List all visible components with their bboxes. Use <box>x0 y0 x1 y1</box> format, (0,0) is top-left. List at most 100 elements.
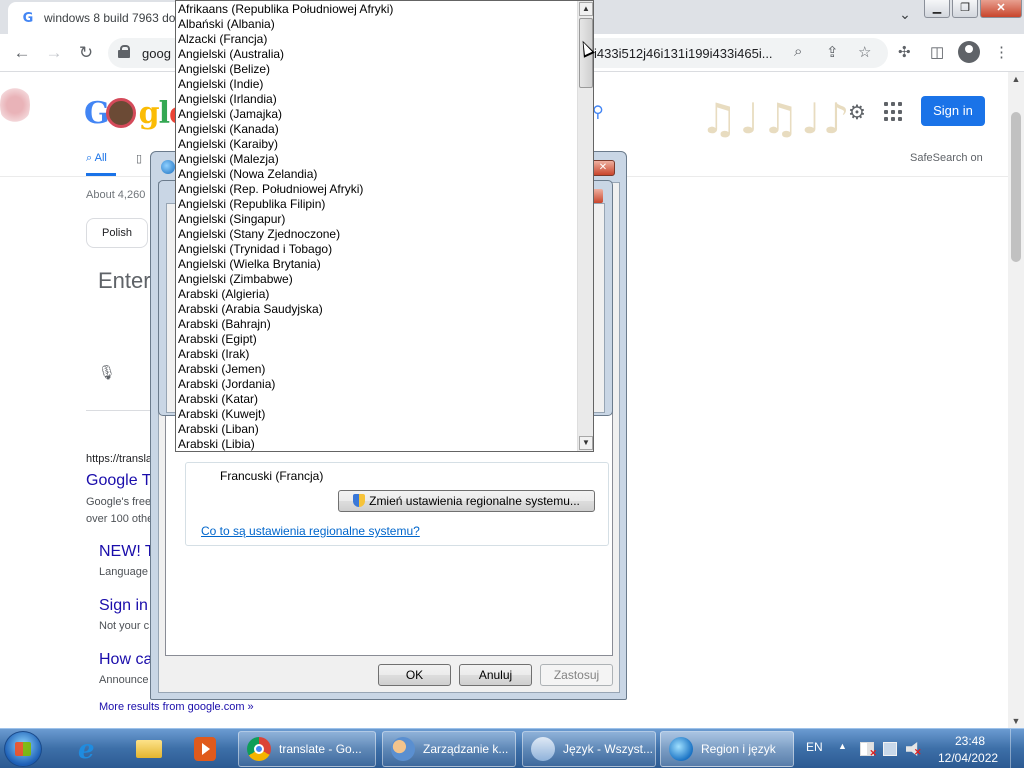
language-option[interactable]: Angielski (Zimbabwe) <box>178 272 578 287</box>
taskbar-item-region[interactable]: Region i język <box>660 731 794 767</box>
show-hidden-icons-icon[interactable]: ▲ <box>838 741 847 751</box>
action-center-flag-icon[interactable] <box>860 742 877 759</box>
sign-in-button[interactable]: Sign in <box>921 96 985 126</box>
language-option[interactable]: Afrikaans (Republika Południowej Afryki) <box>178 2 578 17</box>
language-option[interactable]: Arabski (Jordania) <box>178 377 578 392</box>
cancel-button[interactable]: Anuluj <box>459 664 532 686</box>
change-system-locale-label: Zmień ustawienia regionalne systemu... <box>369 494 580 508</box>
dropdown-scrollbar[interactable]: ▲ ▼ <box>577 1 593 451</box>
start-button[interactable] <box>4 731 42 767</box>
extensions-puzzle-icon[interactable]: ✣ <box>898 43 911 61</box>
language-option[interactable]: Arabski (Katar) <box>178 392 578 407</box>
language-option[interactable]: Angielski (Republika Filipin) <box>178 197 578 212</box>
input-language-indicator[interactable]: EN <box>806 740 823 754</box>
gear-icon[interactable]: ⚙ <box>848 100 866 125</box>
safesearch-status[interactable]: SafeSearch on <box>910 152 983 164</box>
language-options: Afrikaans (Republika Południowej Afryki)… <box>178 2 578 452</box>
clock-time[interactable]: 23:48 <box>955 734 985 748</box>
tab-search-chevron-down-icon[interactable]: ⌄ <box>893 6 917 26</box>
bookmark-star-icon[interactable]: ☆ <box>858 43 871 61</box>
language-option[interactable]: Arabski (Libia) <box>178 437 578 452</box>
restore-button[interactable]: ❐ <box>952 0 978 18</box>
current-system-locale: Francuski (Francja) <box>220 469 324 483</box>
language-option[interactable]: Angielski (Stany Zjednoczone) <box>178 227 578 242</box>
taskbar-item-user-management[interactable]: Zarządzanie k... <box>382 731 516 767</box>
apply-button[interactable]: Zastosuj <box>540 664 613 686</box>
language-option[interactable]: Angielski (Nowa Zelandia) <box>178 167 578 182</box>
language-option[interactable]: Angielski (Australia) <box>178 47 578 62</box>
back-arrow-icon[interactable]: ← <box>10 41 34 65</box>
music-notes-decoration: ♫♩♫♩♪ <box>700 94 852 143</box>
tab-all[interactable]: ⌕ All <box>86 152 107 165</box>
language-option[interactable]: Albański (Albania) <box>178 17 578 32</box>
menu-kebab-icon[interactable]: ⋮ <box>994 43 1009 61</box>
volume-muted-icon: ✕ <box>914 747 922 757</box>
search-small-icon: ⌕ <box>86 152 95 164</box>
microphone-icon[interactable]: 🎙 <box>98 364 116 381</box>
browser-tab-title: windows 8 build 7963 do <box>44 11 176 25</box>
clock-date[interactable]: 12/04/2022 <box>938 751 998 765</box>
language-option[interactable]: Angielski (Jamajka) <box>178 107 578 122</box>
taskbar-item-language[interactable]: Język - Wszyst... <box>522 731 656 767</box>
sitelink-title[interactable]: NEW! T <box>99 543 155 561</box>
language-chip-polish[interactable]: Polish <box>86 218 148 248</box>
dropdown-scroll-up-arrow-icon[interactable]: ▲ <box>579 2 593 16</box>
language-option[interactable]: Alzacki (Francja) <box>178 32 578 47</box>
apps-grid-icon[interactable] <box>884 102 904 122</box>
language-option[interactable]: Arabski (Algieria) <box>178 287 578 302</box>
zoom-search-icon[interactable]: ⌕ <box>794 43 802 60</box>
language-option[interactable]: Angielski (Trynidad i Tobago) <box>178 242 578 257</box>
dropdown-scroll-down-arrow-icon[interactable]: ▼ <box>579 436 593 450</box>
more-results-link[interactable]: More results from google.com » <box>99 701 254 713</box>
sitelink-title[interactable]: How ca <box>99 651 152 669</box>
page-scrollbar[interactable]: ▲ ▼ <box>1008 72 1024 728</box>
result-url[interactable]: https://transla <box>86 453 152 465</box>
language-option[interactable]: Angielski (Indie) <box>178 77 578 92</box>
ok-button[interactable]: OK <box>378 664 451 686</box>
language-option[interactable]: Angielski (Kanada) <box>178 122 578 137</box>
show-desktop-button[interactable] <box>1010 729 1024 768</box>
language-option[interactable]: Arabski (Arabia Saudyjska) <box>178 302 578 317</box>
doodle-decoration <box>0 82 30 128</box>
reload-icon[interactable]: ↻ <box>74 41 98 65</box>
result-title[interactable]: Google T <box>86 472 152 490</box>
media-player-icon[interactable] <box>184 732 226 766</box>
dialog-close-button[interactable]: ✕ <box>591 160 615 176</box>
language-option[interactable]: Angielski (Malezja) <box>178 152 578 167</box>
google-favicon-icon: G <box>22 10 34 26</box>
network-icon[interactable] <box>883 742 897 756</box>
language-option[interactable]: Angielski (Karaiby) <box>178 137 578 152</box>
system-locale-dropdown-list[interactable]: Afrikaans (Republika Południowej Afryki)… <box>175 0 594 452</box>
close-button[interactable]: ✕ <box>980 0 1022 18</box>
language-option[interactable]: Angielski (Wielka Brytania) <box>178 257 578 272</box>
side-panel-icon[interactable]: ◫ <box>930 43 944 61</box>
tab-books-icon[interactable]: ▯ <box>136 152 142 165</box>
lock-icon[interactable] <box>118 45 130 59</box>
language-option[interactable]: Angielski (Rep. Południowej Afryki) <box>178 182 578 197</box>
language-option[interactable]: Arabski (Liban) <box>178 422 578 437</box>
system-locale-help-link[interactable]: Co to są ustawienia regionalne systemu? <box>201 524 420 538</box>
change-system-locale-button[interactable]: Zmień ustawienia regionalne systemu... <box>338 490 595 512</box>
chrome-icon <box>247 737 271 761</box>
language-option[interactable]: Angielski (Singapur) <box>178 212 578 227</box>
language-option[interactable]: Arabski (Kuwejt) <box>178 407 578 422</box>
scroll-up-arrow-icon[interactable]: ▲ <box>1008 74 1024 84</box>
file-explorer-icon[interactable] <box>128 732 170 766</box>
doodle-portrait[interactable] <box>106 98 136 128</box>
language-option[interactable]: Angielski (Irlandia) <box>178 92 578 107</box>
language-option[interactable]: Angielski (Belize) <box>178 62 578 77</box>
scroll-down-arrow-icon[interactable]: ▼ <box>1008 716 1024 726</box>
translate-input-placeholder[interactable]: Enter <box>98 268 151 294</box>
share-icon[interactable]: ⇪ <box>826 43 839 61</box>
internet-explorer-icon[interactable]: e <box>70 732 112 766</box>
taskbar-item-chrome[interactable]: translate - Go... <box>238 731 376 767</box>
sitelink-title[interactable]: Sign in <box>99 597 148 615</box>
language-option[interactable]: Arabski (Jemen) <box>178 362 578 377</box>
language-option[interactable]: Arabski (Egipt) <box>178 332 578 347</box>
profile-avatar[interactable] <box>958 41 980 63</box>
scrollbar-thumb[interactable] <box>1011 112 1021 262</box>
language-option[interactable]: Arabski (Irak) <box>178 347 578 362</box>
forward-arrow-icon[interactable]: → <box>42 41 66 65</box>
language-option[interactable]: Arabski (Bahrajn) <box>178 317 578 332</box>
minimize-button[interactable]: ▁ <box>924 0 950 18</box>
